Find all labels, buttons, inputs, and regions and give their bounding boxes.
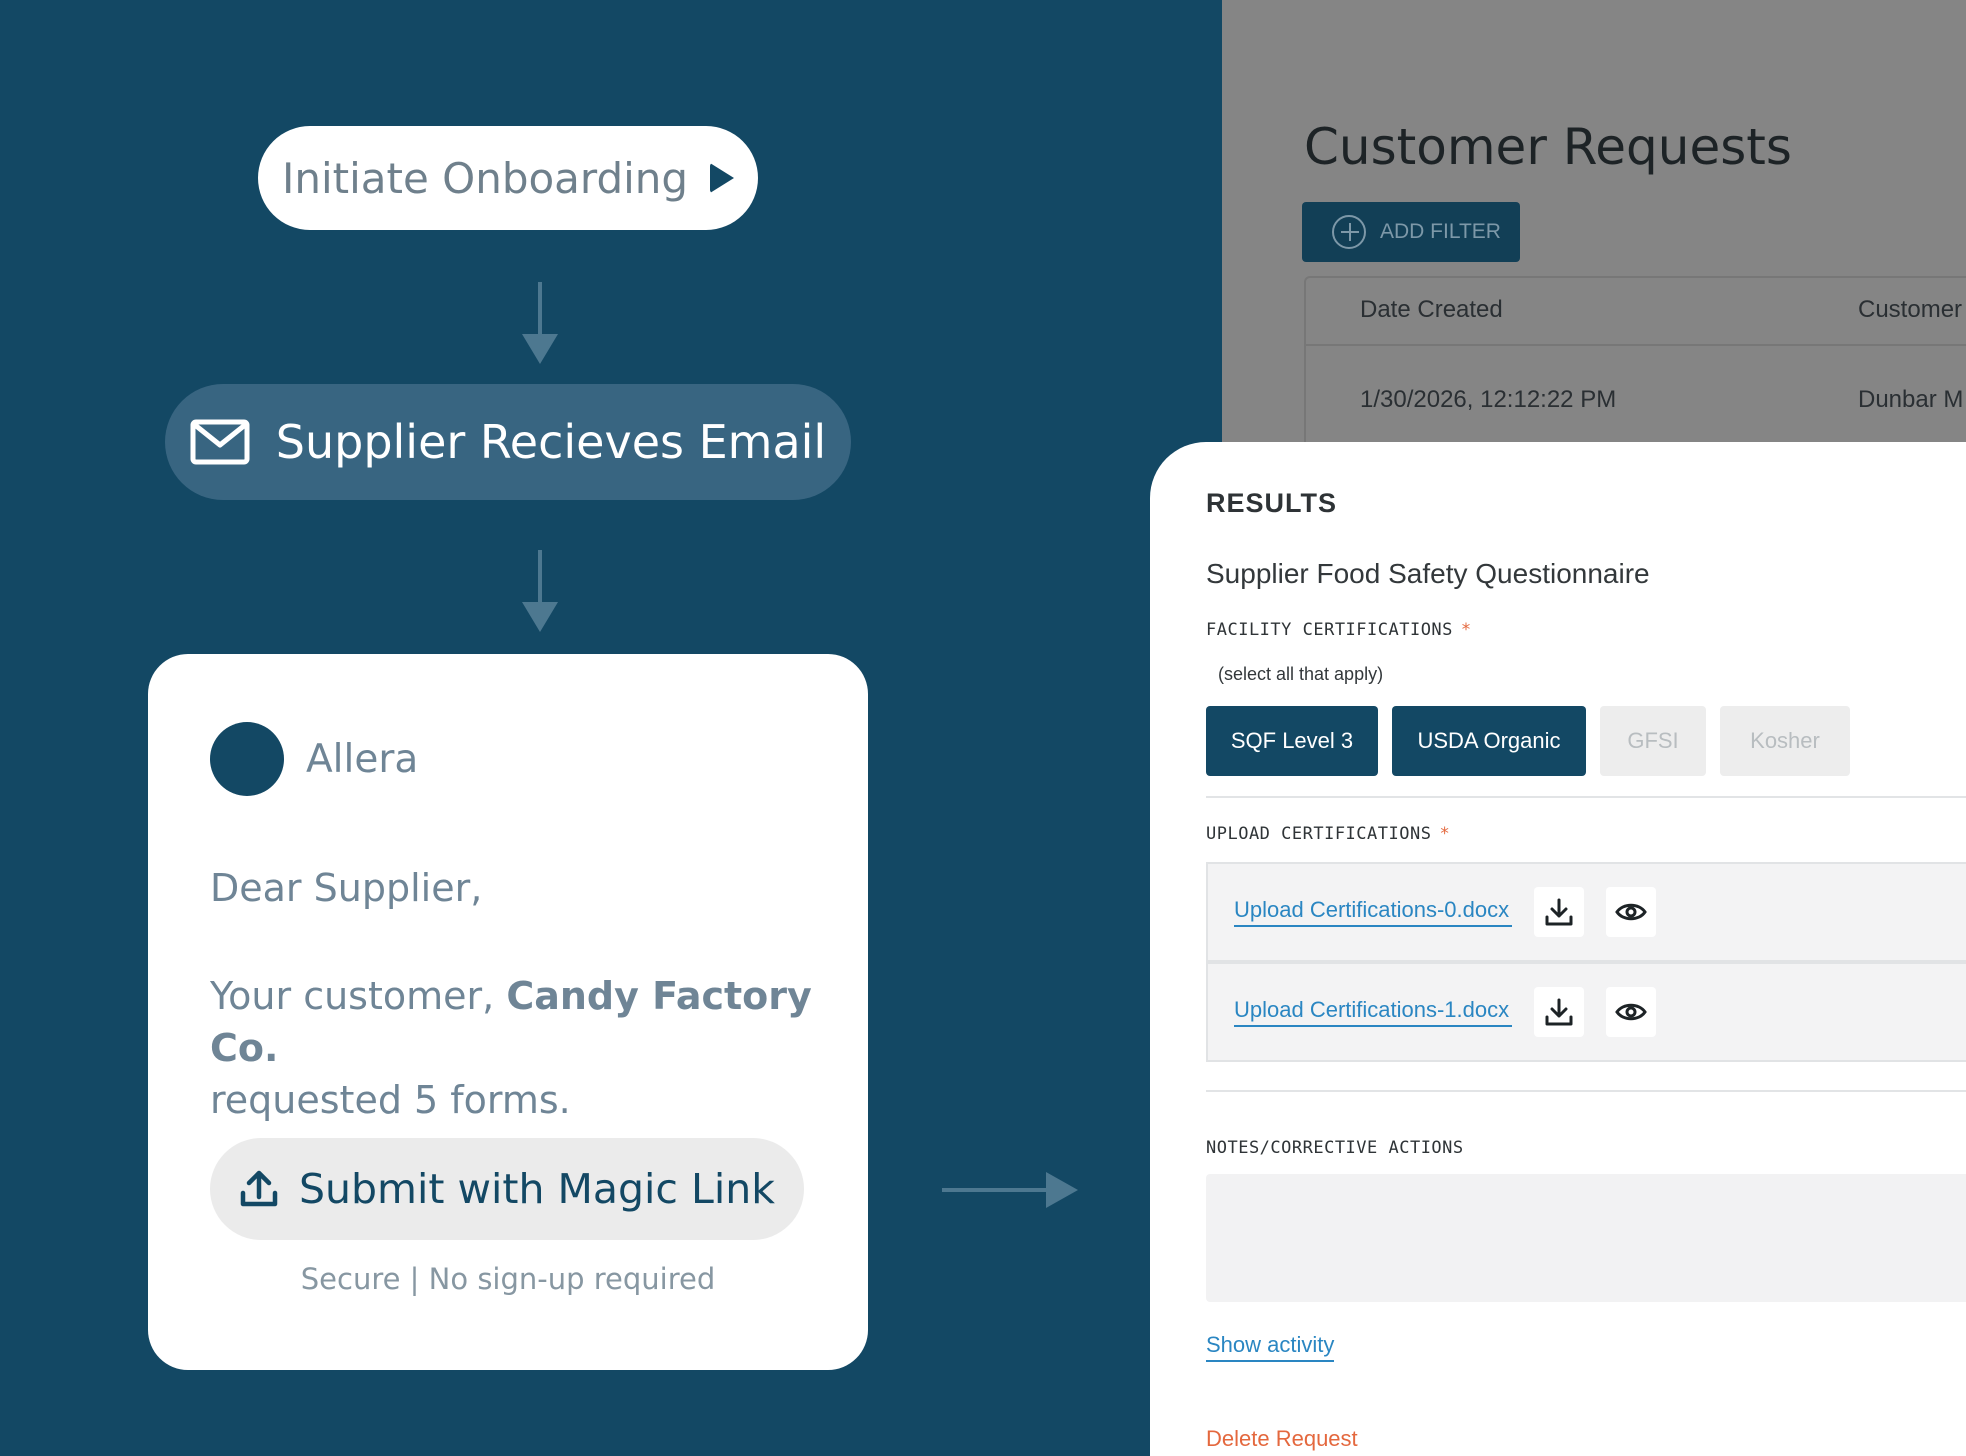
play-icon [710, 163, 735, 193]
download-icon [1545, 898, 1573, 926]
cert-option-usda-organic[interactable]: USDA Organic [1392, 706, 1586, 776]
preview-button[interactable] [1606, 987, 1656, 1037]
email-body-suffix: requested 5 forms. [210, 1078, 571, 1122]
plus-circle-icon [1332, 215, 1366, 249]
certification-options: SQF Level 3 USDA Organic GFSI Kosher [1206, 706, 1850, 776]
file-row: Upload Certifications-0.docx [1206, 862, 1966, 962]
flow-arrow-down-icon [522, 282, 558, 364]
customer-requests-title: Customer Requests [1304, 118, 1792, 176]
sender-avatar [210, 722, 284, 796]
sender-name: Allera [306, 736, 419, 782]
cert-option-gfsi[interactable]: GFSI [1600, 706, 1706, 776]
supplier-receives-email-step: Supplier Recieves Email [165, 384, 851, 500]
download-button[interactable] [1534, 987, 1584, 1037]
download-icon [1545, 998, 1573, 1026]
email-body-prefix: Your customer, [210, 974, 507, 1018]
upload-certifications-label: UPLOAD CERTIFICATIONS * [1206, 824, 1451, 844]
results-title: RESULTS [1206, 488, 1338, 518]
email-preview-card: Allera Dear Supplier, Your customer, Can… [148, 654, 868, 1370]
email-step-label: Supplier Recieves Email [275, 415, 827, 469]
email-sender: Allera [210, 722, 418, 796]
cert-option-sqf-level-3[interactable]: SQF Level 3 [1206, 706, 1378, 776]
requests-table: Date Created Customer 1/30/2026, 12:12:2… [1304, 276, 1966, 460]
facility-certifications-label: FACILITY CERTIFICATIONS * [1206, 620, 1472, 640]
section-divider [1206, 1090, 1966, 1092]
file-row: Upload Certifications-1.docx [1206, 962, 1966, 1062]
preview-button[interactable] [1606, 887, 1656, 937]
secure-note: Secure | No sign-up required [300, 1262, 716, 1296]
file-link[interactable]: Upload Certifications-0.docx [1234, 897, 1512, 927]
initiate-onboarding-button[interactable]: Initiate Onboarding [258, 126, 758, 230]
notes-textarea[interactable] [1206, 1174, 1966, 1302]
magic-link-label: Submit with Magic Link [299, 1165, 775, 1213]
file-link[interactable]: Upload Certifications-1.docx [1234, 997, 1512, 1027]
section-divider [1206, 796, 1966, 798]
select-hint: (select all that apply) [1218, 664, 1384, 684]
table-cell[interactable]: Dunbar M [1858, 386, 1963, 414]
flow-arrow-right-icon [942, 1172, 1078, 1208]
required-mark: * [1439, 824, 1451, 844]
eye-icon [1615, 1003, 1647, 1021]
cert-option-kosher[interactable]: Kosher [1720, 706, 1850, 776]
column-header[interactable]: Date Created [1360, 296, 1503, 324]
customer-requests-panel: Customer Requests ADD FILTER Date Create… [1222, 0, 1966, 460]
column-header[interactable]: Customer [1858, 296, 1962, 324]
submit-magic-link-button[interactable]: Submit with Magic Link [210, 1138, 804, 1240]
flow-arrow-down-icon [522, 550, 558, 632]
initiate-onboarding-label: Initiate Onboarding [281, 153, 689, 203]
table-cell[interactable]: 1/30/2026, 12:12:22 PM [1360, 386, 1616, 414]
show-activity-link[interactable]: Show activity [1206, 1332, 1335, 1362]
eye-icon [1615, 903, 1647, 921]
envelope-icon [190, 419, 250, 465]
delete-request-link[interactable]: Delete Request [1206, 1426, 1358, 1452]
email-body: Your customer, Candy Factory Co. request… [210, 970, 830, 1126]
add-filter-label: ADD FILTER [1380, 220, 1501, 243]
table-header-row: Date Created Customer [1306, 278, 1966, 346]
results-panel: RESULTS Supplier Food Safety Questionnai… [1150, 442, 1966, 1456]
upload-icon [240, 1170, 278, 1207]
required-mark: * [1460, 620, 1472, 640]
add-filter-button[interactable]: ADD FILTER [1302, 202, 1520, 262]
notes-label: NOTES/CORRECTIVE ACTIONS [1206, 1138, 1464, 1158]
email-greeting: Dear Supplier, [210, 866, 483, 910]
questionnaire-title: Supplier Food Safety Questionnaire [1206, 558, 1650, 589]
download-button[interactable] [1534, 887, 1584, 937]
